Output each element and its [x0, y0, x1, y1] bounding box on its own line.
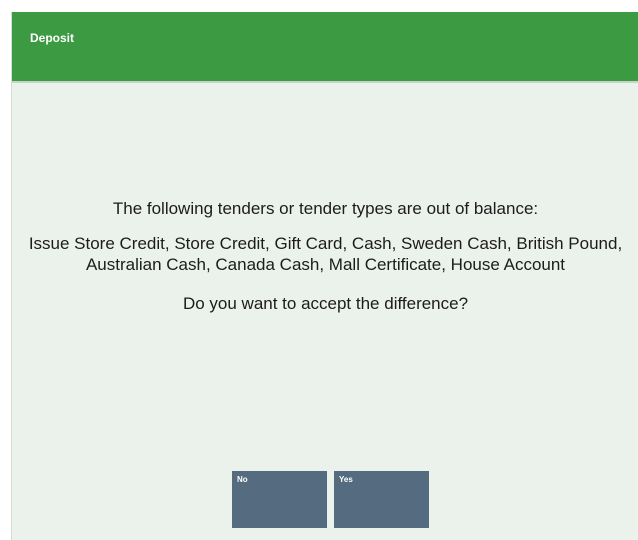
yes-button[interactable]: Yes	[334, 471, 429, 528]
message-area: The following tenders or tender types ar…	[12, 198, 638, 314]
no-button[interactable]: No	[232, 471, 327, 528]
no-button-label: No	[237, 475, 248, 484]
tender-list: Issue Store Credit, Store Credit, Gift C…	[28, 234, 623, 274]
yes-button-label: Yes	[339, 475, 353, 484]
deposit-dialog: Deposit The following tenders or tender …	[11, 12, 638, 540]
dialog-title: Deposit	[30, 31, 75, 45]
out-of-balance-message: The following tenders or tender types ar…	[112, 199, 539, 218]
title-bar: Deposit	[12, 12, 638, 83]
accept-difference-question: Do you want to accept the difference?	[182, 294, 469, 313]
